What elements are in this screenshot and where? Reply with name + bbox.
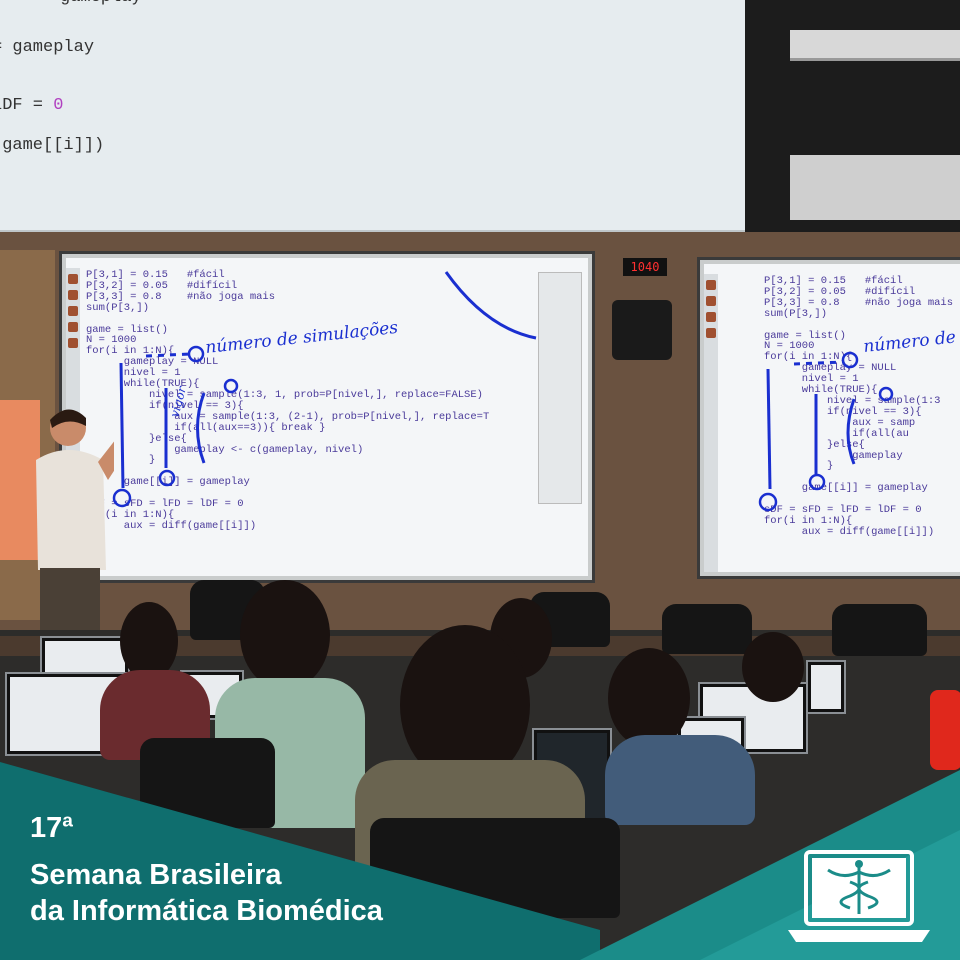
event-caption: 17ª Semana Brasileira da Informática Bio… [30,812,383,929]
classroom-photo: gameplay = gameplay lDF = 0 (game[[i]]) … [0,0,960,960]
event-title-line2: da Informática Biomédica [30,895,383,927]
laptop-caduceus-icon [788,850,930,942]
event-title-line1: Semana Brasileira [30,859,282,891]
edition-number: 17ª [30,812,73,844]
